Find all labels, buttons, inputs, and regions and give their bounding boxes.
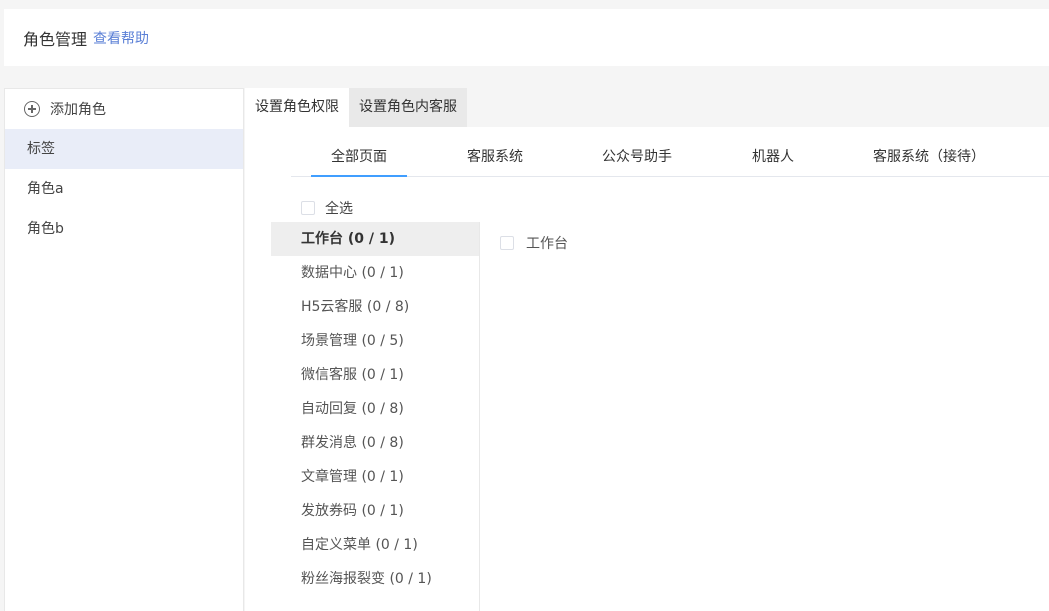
add-role-button[interactable]: 添加角色	[5, 89, 243, 129]
permission-checkbox-workbench[interactable]: 工作台	[500, 233, 568, 253]
sub-tab-robot[interactable]: 机器人	[733, 138, 813, 177]
select-all-label: 全选	[325, 201, 353, 217]
category-item[interactable]: H5云客服 (0 / 8)	[271, 290, 479, 324]
sub-tab-official-account[interactable]: 公众号助手	[585, 138, 689, 177]
checkbox-icon	[500, 236, 514, 250]
category-item[interactable]: 自定义菜单 (0 / 1)	[271, 528, 479, 562]
sub-tab-all-pages[interactable]: 全部页面	[311, 138, 407, 177]
category-item[interactable]: 场景管理 (0 / 5)	[271, 324, 479, 358]
category-item[interactable]: 群发消息 (0 / 8)	[271, 426, 479, 460]
role-item[interactable]: 角色b	[5, 209, 243, 249]
tab-role-permissions[interactable]: 设置角色权限	[245, 88, 349, 127]
select-all-checkbox[interactable]: 全选	[301, 198, 353, 218]
add-role-label: 添加角色	[50, 102, 106, 118]
role-sidebar: 添加角色 标签 角色a 角色b	[4, 88, 244, 611]
permission-label: 工作台	[526, 236, 568, 252]
settings-tabs: 设置角色权限 设置角色内客服	[245, 88, 1049, 127]
category-item[interactable]: 工作台 (0 / 1)	[271, 222, 479, 256]
category-item[interactable]: 文章管理 (0 / 1)	[271, 460, 479, 494]
tab-role-agents[interactable]: 设置角色内客服	[349, 88, 467, 127]
category-item[interactable]: 自动回复 (0 / 8)	[271, 392, 479, 426]
checkbox-icon	[301, 201, 315, 215]
category-list: 工作台 (0 / 1) 数据中心 (0 / 1) H5云客服 (0 / 8) 场…	[271, 222, 480, 611]
help-link[interactable]: 查看帮助	[93, 28, 149, 48]
settings-panel: 设置角色权限 设置角色内客服 全部页面 客服系统 公众号助手 机器人 客服系统（…	[245, 88, 1049, 611]
page-category-tabs: 全部页面 客服系统 公众号助手 机器人 客服系统（接待）	[291, 138, 1049, 177]
category-item[interactable]: 数据中心 (0 / 1)	[271, 256, 479, 290]
add-circle-icon	[24, 101, 40, 117]
page-title: 角色管理	[23, 29, 88, 49]
category-item[interactable]: 发放券码 (0 / 1)	[271, 494, 479, 528]
role-item[interactable]: 标签	[5, 129, 243, 169]
category-item[interactable]: 微信客服 (0 / 1)	[271, 358, 479, 392]
sub-tab-service-reception[interactable]: 客服系统（接待）	[859, 138, 999, 177]
role-item[interactable]: 角色a	[5, 169, 243, 209]
sub-tab-service-system[interactable]: 客服系统	[449, 138, 541, 177]
page-header: 角色管理 查看帮助	[4, 9, 1049, 66]
category-item[interactable]: 粉丝海报裂变 (0 / 1)	[271, 562, 479, 596]
